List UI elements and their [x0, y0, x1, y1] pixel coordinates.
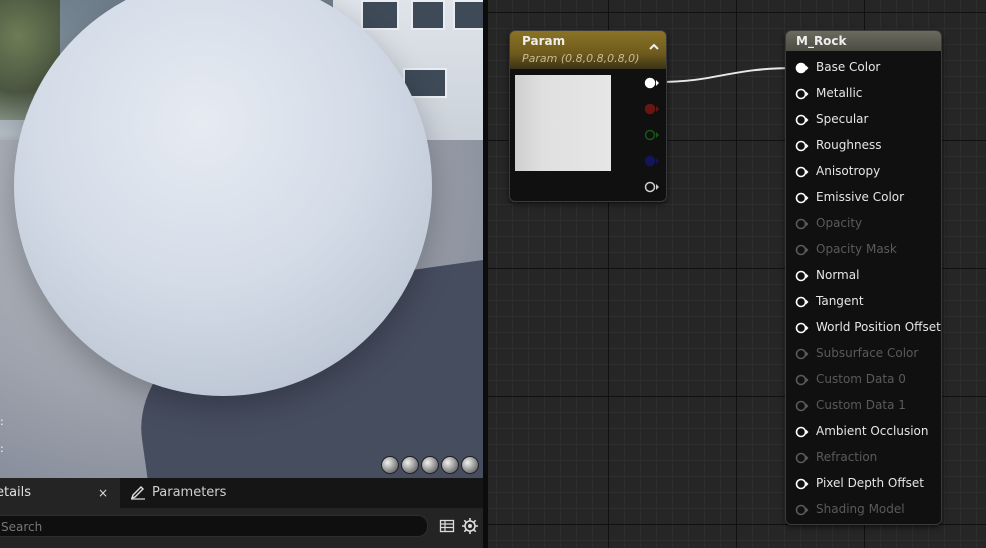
input-pin-row[interactable]: Emissive Color — [795, 188, 937, 208]
input-pin-icon[interactable] — [795, 218, 809, 230]
input-pin-label: Custom Data 1 — [816, 398, 906, 412]
input-pin-row[interactable]: Custom Data 1 — [795, 396, 937, 416]
input-pin-label: Metallic — [816, 86, 863, 100]
input-pin-icon[interactable] — [795, 452, 809, 464]
chevron-up-icon[interactable] — [648, 41, 660, 53]
input-pin-icon[interactable] — [795, 140, 809, 152]
input-pin-icon[interactable] — [795, 114, 809, 126]
panel-tab-bar: etails × Parameters — [0, 478, 483, 508]
input-pin-icon[interactable] — [795, 62, 809, 74]
input-pin-row[interactable]: Custom Data 0 — [795, 370, 937, 390]
input-pin-icon[interactable] — [795, 244, 809, 256]
viewport-side-marks: : : — [0, 415, 4, 455]
red-output-pin[interactable] — [644, 103, 660, 115]
input-pin-label: Refraction — [816, 450, 878, 464]
input-pin-label: Ambient Occlusion — [816, 424, 929, 438]
input-pin-label: Base Color — [816, 60, 881, 74]
material-graph-canvas[interactable]: Param Param (0.8,0.8,0.8,0) M_Rock Base … — [488, 0, 986, 548]
input-pin-label: Shading Model — [816, 502, 905, 516]
input-pin-row[interactable]: Pixel Depth Offset — [795, 474, 937, 494]
pencil-icon — [130, 486, 145, 500]
material-result-node[interactable]: M_Rock Base Color Metallic Specular Roughne… — [785, 30, 942, 525]
param-node-subtitle: Param (0.8,0.8,0.8,0) — [522, 52, 640, 65]
input-pin-row[interactable]: Opacity Mask — [795, 240, 937, 260]
input-pin-row[interactable]: Ambient Occlusion — [795, 422, 937, 442]
input-pin-icon[interactable] — [795, 426, 809, 438]
material-preview-viewport[interactable]: : : — [0, 0, 483, 478]
tab-details[interactable]: etails × — [0, 478, 120, 508]
input-pin-row[interactable]: Shading Model — [795, 500, 937, 520]
input-pin-label: Subsurface Color — [816, 346, 919, 360]
input-pin-label: World Position Offset — [816, 320, 941, 334]
details-panel: etails × Parameters — [0, 478, 483, 548]
input-pin-icon[interactable] — [795, 270, 809, 282]
blue-output-pin[interactable] — [644, 155, 660, 167]
input-pin-row[interactable]: Opacity — [795, 214, 937, 234]
input-pin-row[interactable]: Subsurface Color — [795, 344, 937, 364]
input-pin-label: Pixel Depth Offset — [816, 476, 924, 490]
input-pin-row[interactable]: Normal — [795, 266, 937, 286]
param-node-header: Param Param (0.8,0.8,0.8,0) — [510, 31, 666, 69]
green-output-pin[interactable] — [644, 129, 660, 141]
tab-parameters[interactable]: Parameters — [128, 478, 278, 508]
input-pin-label: Opacity — [816, 216, 863, 230]
table-view-icon[interactable] — [439, 518, 455, 534]
input-pin-icon[interactable] — [795, 478, 809, 490]
input-pin-icon[interactable] — [795, 166, 809, 178]
param-node-title: Param — [522, 34, 566, 48]
input-pin-icon[interactable] — [795, 322, 809, 334]
plane-preview-icon[interactable] — [421, 456, 439, 474]
custom-mesh-preview-icon[interactable] — [461, 456, 479, 474]
input-pin-row[interactable]: Metallic — [795, 84, 937, 104]
preview-mesh-toolbar — [381, 456, 479, 474]
sphere-preview-icon[interactable] — [401, 456, 419, 474]
input-pin-icon[interactable] — [795, 400, 809, 412]
side-mark: : — [0, 415, 4, 428]
input-pin-row[interactable]: Roughness — [795, 136, 937, 156]
input-pin-label: Normal — [816, 268, 860, 282]
input-pin-row[interactable]: Specular — [795, 110, 937, 130]
input-pin-icon[interactable] — [795, 504, 809, 516]
input-pin-label: Tangent — [816, 294, 864, 308]
input-pin-label: Custom Data 0 — [816, 372, 906, 386]
cylinder-preview-icon[interactable] — [381, 456, 399, 474]
input-pin-label: Specular — [816, 112, 869, 126]
search-box — [0, 515, 428, 538]
color-swatch — [515, 75, 611, 171]
input-pin-icon[interactable] — [795, 192, 809, 204]
input-pin-row[interactable]: Anisotropy — [795, 162, 937, 182]
input-pin-row[interactable]: Tangent — [795, 292, 937, 312]
alpha-output-pin[interactable] — [644, 181, 660, 193]
material-node-title: M_Rock — [796, 34, 847, 48]
input-pin-label: Anisotropy — [816, 164, 881, 178]
gear-icon[interactable] — [461, 517, 479, 535]
input-pin-row[interactable]: Refraction — [795, 448, 937, 468]
tab-parameters-label: Parameters — [152, 485, 227, 500]
cube-preview-icon[interactable] — [441, 456, 459, 474]
input-pin-icon[interactable] — [795, 88, 809, 100]
input-pin-label: Roughness — [816, 138, 882, 152]
input-pin-icon[interactable] — [795, 348, 809, 360]
input-pin-row[interactable]: World Position Offset — [795, 318, 941, 338]
material-node-header: M_Rock — [786, 31, 941, 51]
input-pin-label: Emissive Color — [816, 190, 905, 204]
rgb-output-pin[interactable] — [644, 77, 660, 89]
tab-details-label: etails — [0, 485, 32, 500]
input-pin-row[interactable]: Base Color — [795, 58, 937, 78]
input-pin-label: Opacity Mask — [816, 242, 897, 256]
input-pin-icon[interactable] — [795, 296, 809, 308]
param-node[interactable]: Param Param (0.8,0.8,0.8,0) — [509, 30, 667, 202]
input-pin-icon[interactable] — [795, 374, 809, 386]
search-input[interactable] — [0, 516, 403, 538]
close-icon[interactable]: × — [98, 478, 108, 508]
side-mark: : — [0, 442, 4, 455]
